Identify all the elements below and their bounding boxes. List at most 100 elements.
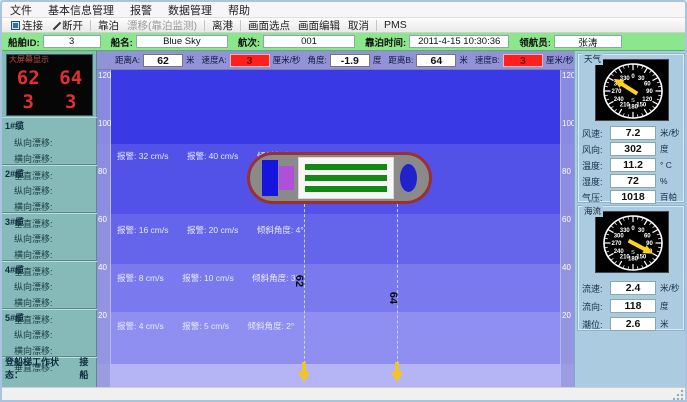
menu-item-file[interactable]: 文件 — [10, 2, 32, 18]
alarm-threshold-b: 报警: 40 cm/s — [187, 151, 238, 161]
gangway-status-label: 登船梯工作状态： — [2, 355, 75, 381]
status-bar — [2, 387, 685, 402]
humidity-label: 湿度: — [578, 175, 610, 188]
longitudinal-drift-label: 纵向漂移: — [2, 136, 97, 149]
menu-item-data-mgmt[interactable]: 数据管理 — [168, 2, 212, 18]
application-window: 文件 基本信息管理 报警 数据管理 帮助 连接 断开 靠泊 漂移(靠泊监测) 离… — [0, 0, 687, 402]
axis-tick-label: 120 — [98, 71, 111, 80]
speed-b-label: 速度B: — [475, 54, 500, 66]
gauge-dial-number: 90 — [646, 89, 653, 95]
axis-tick-label: 20 — [98, 311, 107, 320]
connect-label: 连接 — [22, 18, 43, 33]
pms-button[interactable]: PMS — [384, 19, 407, 31]
resize-grip[interactable] — [673, 390, 684, 401]
lateral-drift-label: 横向漂移: — [2, 248, 97, 261]
weather-group-title: 天气 — [582, 53, 603, 65]
tide-level-value: 2.6 — [610, 317, 656, 331]
depart-button[interactable]: 离港 — [212, 18, 233, 33]
current-speed-unit: 米/秒 — [660, 282, 679, 294]
axis-tick-label: 60 — [562, 215, 571, 224]
sea-current-group: 海流 0306090120150180210240270300330S 流速: … — [577, 205, 685, 331]
alarm-threshold-b: 报警: 5 cm/s — [182, 321, 229, 331]
gauge-dial-number: 240 — [614, 249, 625, 255]
axis-tick-label: 100 — [562, 119, 574, 128]
environment-panel: 天气 0306090120150180210240270300330S 风速: … — [574, 51, 687, 387]
gauge-dial-number: 0 — [631, 226, 635, 232]
longitudinal-drift-label: 纵向漂移: — [2, 184, 97, 197]
angle-unit: 度 — [373, 54, 382, 66]
weather-group: 天气 0306090120150180210240270300330S 风速: … — [577, 53, 685, 203]
distance-a-value: 62 — [143, 54, 183, 67]
ship-name-input[interactable] — [136, 35, 228, 48]
speed-a-unit: 厘米/秒 — [273, 54, 301, 66]
big-screen-display: 大屏幕显示 62 64 3 3 — [6, 54, 93, 116]
gauge-dial-number: 270 — [611, 241, 622, 247]
speed-a-value: 3 — [230, 54, 270, 67]
screen-pick-button[interactable]: 画面选点 — [248, 18, 290, 33]
disconnect-label: 断开 — [62, 18, 83, 33]
gangway-status-row: 登船梯工作状态： 接船 — [2, 357, 97, 377]
gangway-status-value: 接船 — [79, 355, 97, 381]
longitudinal-drift-label: 纵向漂移: — [2, 328, 97, 341]
alarm-band-1 — [97, 70, 574, 144]
alarm-threshold-row: 报警: 16 cm/s 报警: 20 cm/s 倾斜角度: 4° — [117, 220, 318, 238]
toolbar: 连接 断开 靠泊 漂移(靠泊监测) 离港 画面选点 画面编辑 取消 PMS — [2, 18, 685, 33]
wind-speed-unit: 米/秒 — [660, 127, 679, 139]
ship-id-input[interactable] — [43, 35, 101, 48]
alarm-threshold-b: 报警: 10 cm/s — [182, 273, 233, 283]
axis-tick-label: 100 — [98, 119, 111, 128]
gauge-south-label: S — [631, 250, 635, 256]
temperature-label: 温度: — [578, 159, 610, 172]
measure-label-b: 64 — [387, 292, 399, 304]
screen-edit-button[interactable]: 画面编辑 — [298, 18, 340, 33]
berth-button[interactable]: 靠泊 — [98, 18, 119, 33]
wind-direction-label: 风向: — [578, 143, 610, 156]
gauge-dial-number: 240 — [614, 97, 625, 103]
alarm-threshold-row: 报警: 8 cm/s 报警: 10 cm/s 倾斜角度: 3° — [117, 268, 313, 286]
menu-item-basic-info[interactable]: 基本信息管理 — [48, 2, 114, 18]
measure-arrow-b — [391, 362, 403, 382]
wind-direction-unit: 度 — [660, 143, 669, 155]
cancel-button[interactable]: 取消 — [348, 18, 369, 33]
axis-tick-label: 80 — [562, 167, 571, 176]
drift-monitor-button: 漂移(靠泊监测) — [127, 18, 197, 33]
voyage-input[interactable] — [263, 35, 355, 48]
menu-item-help[interactable]: 帮助 — [228, 2, 250, 18]
cargo-stripe — [305, 175, 387, 181]
cable-section-title: 1#缆 — [2, 119, 97, 132]
gauge-dial-number: 0 — [631, 74, 635, 80]
ship-bow — [400, 164, 417, 192]
left-axis-ruler: 12010080604020 — [97, 70, 111, 387]
distance-a-label: 距离A: — [115, 54, 140, 66]
axis-tick-label: 120 — [562, 71, 574, 80]
angle-value: -1.9 — [330, 54, 370, 67]
ship-superstructure — [262, 160, 278, 196]
gauge-dial-number: 60 — [644, 234, 651, 240]
tilt-angle-threshold: 倾斜角度: 2° — [247, 321, 294, 331]
connect-icon — [11, 21, 20, 30]
display-distance-b: 64 — [59, 67, 82, 89]
alarm-threshold-a: 报警: 4 cm/s — [117, 321, 164, 331]
disconnect-button[interactable]: 断开 — [51, 18, 83, 33]
speed-a-label: 速度A: — [202, 54, 227, 66]
menu-item-alarm[interactable]: 报警 — [130, 2, 152, 18]
display-speed-a: 3 — [23, 91, 34, 113]
current-direction-value: 118 — [610, 299, 656, 313]
cargo-stripe — [305, 186, 387, 192]
gauge-dial-number: 300 — [614, 234, 625, 240]
connect-button[interactable]: 连接 — [11, 18, 43, 33]
distance-b-label: 距离B: — [388, 54, 413, 66]
distance-b-value: 64 — [416, 54, 456, 67]
lateral-drift-label: 横向漂移: — [2, 200, 97, 213]
temperature-value: 11.2 — [610, 158, 656, 172]
pilot-input[interactable] — [554, 35, 622, 48]
toolbar-separator — [204, 20, 205, 31]
ship-funnel-block — [279, 166, 294, 190]
wind-direction-value: 302 — [610, 142, 656, 156]
sea-current-group-title: 海流 — [582, 205, 603, 217]
berth-time-input[interactable] — [409, 35, 509, 48]
alarm-threshold-a: 报警: 16 cm/s — [117, 225, 168, 235]
wind-speed-value: 7.2 — [610, 126, 656, 140]
ship-info-bar: 船舶ID: 船名: 航次: 靠泊时间: 领航员: — [2, 33, 685, 51]
gauge-dial-number: 210 — [620, 254, 631, 260]
